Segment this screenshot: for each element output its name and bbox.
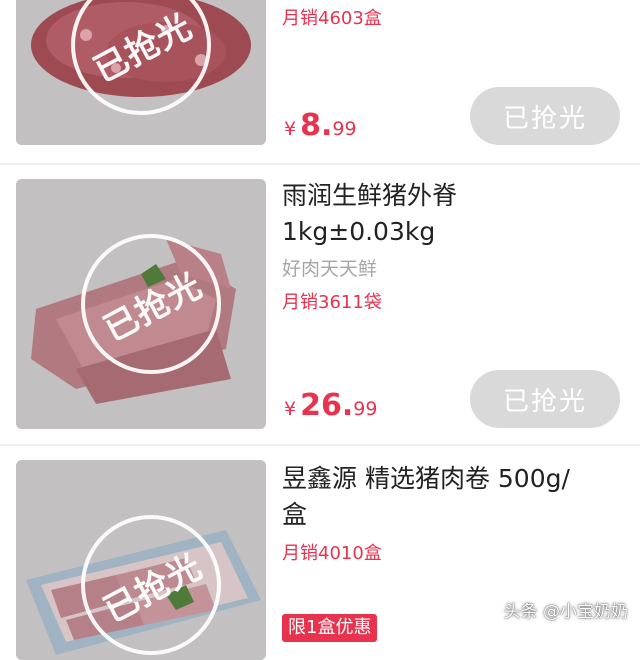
limit-badge: 限1盒优惠 [282,614,378,642]
product-subtitle: 好肉天天鲜 [282,258,378,280]
monthly-sales: 月销4010盒 [282,543,382,564]
monthly-sales: 月销4603盒 [282,8,382,29]
product-card[interactable]: 已抢光 月销4603盒 ¥8.99 已抢光 [0,0,640,160]
divider [0,163,640,165]
product-title-line-2: 1kg±0.03kg [282,217,436,246]
product-image[interactable]: 已抢光 [16,460,266,660]
product-card[interactable]: 已抢光 雨润生鲜猪外脊 1kg±0.03kg 好肉天天鲜 月销3611袋 ¥26… [0,166,640,442]
price: ¥8.99 [284,108,357,143]
product-title-line-1: 雨润生鲜猪外脊 [282,181,458,210]
sold-out-stamp: 已抢光 [81,234,221,374]
sold-out-button[interactable]: 已抢光 [470,87,620,145]
price: ¥26.99 [284,388,378,423]
product-image[interactable]: 已抢光 [16,0,266,145]
product-title-line-2: 盒 [282,500,308,529]
product-title-line-1: 昱鑫源 精选猪肉卷 500g/ [282,464,570,493]
sold-out-stamp: 已抢光 [81,515,221,655]
divider [0,444,640,446]
sold-out-button[interactable]: 已抢光 [470,370,620,428]
monthly-sales: 月销3611袋 [282,292,382,313]
product-image[interactable]: 已抢光 [16,179,266,429]
watermark: 头条 @小宝奶奶 [503,602,628,622]
